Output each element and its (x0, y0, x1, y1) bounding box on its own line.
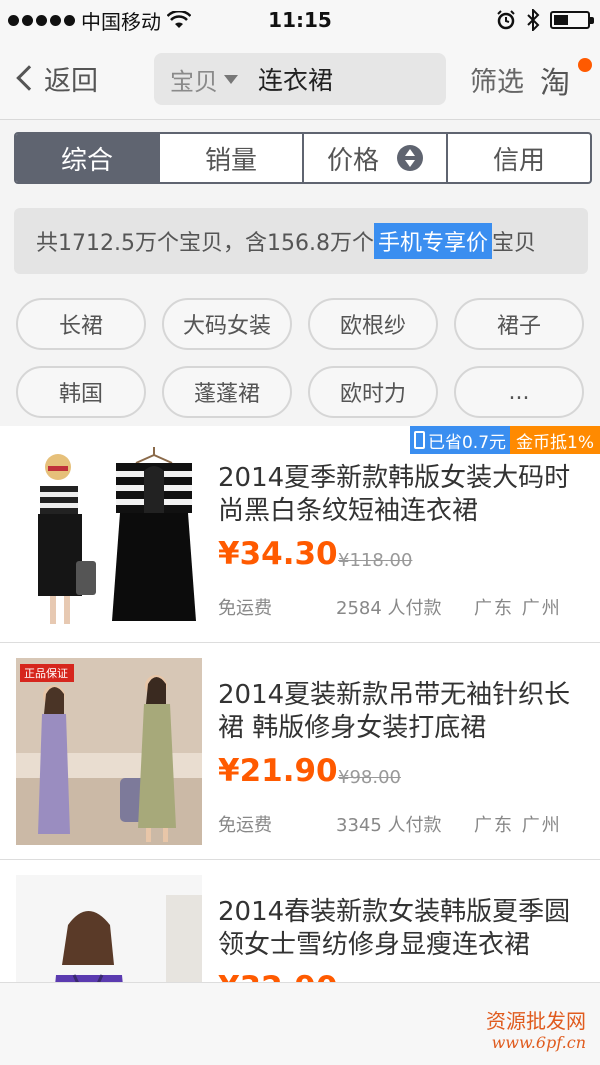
tag-chip[interactable]: 蓬蓬裙 (162, 366, 292, 418)
status-bar: 中国移动 11:15 (0, 0, 600, 40)
saved-text: 已省0.7元 (427, 432, 507, 453)
result-count-suffix: 宝贝 (491, 231, 536, 256)
tab-label: 综合 (60, 145, 113, 176)
chevron-left-icon (16, 65, 42, 91)
tab-label: 信用 (492, 145, 545, 176)
search-query-text: 连衣裙 (258, 66, 334, 95)
guarantee-label: 正品保证 (24, 666, 68, 680)
tab-label: 价格 (326, 145, 379, 176)
tab-price[interactable]: 价格 (304, 134, 448, 182)
notification-dot (578, 58, 592, 72)
knit-dress-image: 正品保证 (16, 658, 202, 845)
sort-updown-icon (397, 145, 423, 171)
taobao-icon[interactable]: 淘 (540, 58, 570, 102)
original-price: ¥98.00 (338, 767, 401, 788)
status-right (496, 9, 594, 31)
product-image[interactable] (16, 441, 202, 628)
seller-location: 广东 广州 (474, 815, 562, 836)
more-tags-button[interactable]: ... (454, 366, 584, 418)
back-label: 返回 (44, 65, 98, 97)
bluetooth-icon (527, 9, 540, 31)
alarm-icon (497, 10, 515, 30)
product-item[interactable]: 正品保证 2014夏装新款吊带无袖针织长裙 韩版修身女装打底裙 ¥21.90 ¥… (0, 643, 600, 860)
tag-chip[interactable]: 大码女装 (162, 298, 292, 350)
phone-icon (413, 431, 425, 449)
tab-label: 销量 (204, 145, 257, 176)
saved-badge: 已省0.7元 (409, 426, 511, 454)
tab-sales[interactable]: 销量 (160, 134, 304, 182)
result-count-banner: 共1712.5万个宝贝，含156.8万个 手机专享价 宝贝 (14, 208, 588, 274)
product-title[interactable]: 2014夏装新款吊带无袖针织长裙 韩版修身女装打底裙 (218, 679, 573, 745)
original-price: ¥118.00 (338, 550, 413, 571)
nav-bar: 返回 宝贝 连衣裙 筛选 淘 (0, 40, 600, 120)
tag-chip[interactable]: 裙子 (454, 298, 584, 350)
search-input[interactable]: 宝贝 连衣裙 (154, 53, 446, 105)
tab-comprehensive[interactable]: 综合 (16, 134, 160, 182)
mobile-price-highlight[interactable]: 手机专享价 (373, 223, 492, 259)
coin-badge: 金币抵1% (510, 426, 600, 454)
tag-chip[interactable]: 长裙 (16, 298, 146, 350)
search-category-select[interactable]: 宝贝 (170, 62, 238, 97)
sort-tabs: 综合 销量 价格 信用 (14, 132, 592, 184)
product-title[interactable]: 2014春装新款女装韩版夏季圆领女士雪纺修身显瘦连衣裙 (218, 896, 573, 962)
promo-badges: 已省0.7元 金币抵1% (409, 426, 600, 454)
tag-chip[interactable]: 欧根纱 (308, 298, 438, 350)
tag-chip[interactable]: 韩国 (16, 366, 146, 418)
sales-count: 2584 人付款 (336, 598, 442, 619)
tag-chip[interactable]: 欧时力 (308, 366, 438, 418)
filter-button[interactable]: 筛选 (470, 60, 524, 99)
search-category-label: 宝贝 (170, 67, 218, 96)
shipping-label: 免运费 (218, 598, 272, 619)
watermark-logo: 资源批发网 (486, 1009, 586, 1033)
back-button[interactable]: 返回 (12, 58, 98, 98)
related-tags: 长裙 大码女装 欧根纱 裙子 韩国 蓬蓬裙 欧时力 ... (16, 298, 588, 418)
result-count-text: 共1712.5万个宝贝，含156.8万个 (36, 231, 374, 256)
product-list: 已省0.7元 金币抵1% 2014夏季新款韩版女装大码时尚黑白条纹短袖连衣裙 ¥… (0, 426, 600, 1065)
battery-icon (550, 11, 594, 29)
caret-down-icon (224, 74, 238, 84)
sales-count: 3345 人付款 (336, 815, 442, 836)
tab-credit[interactable]: 信用 (448, 134, 590, 182)
product-price: ¥34.30 (218, 536, 338, 572)
product-title[interactable]: 2014夏季新款韩版女装大码时尚黑白条纹短袖连衣裙 (218, 462, 573, 528)
watermark-url: www.6pf.cn (491, 1033, 586, 1052)
product-item[interactable]: 已省0.7元 金币抵1% 2014夏季新款韩版女装大码时尚黑白条纹短袖连衣裙 ¥… (0, 426, 600, 643)
product-price: ¥21.90 (218, 753, 338, 789)
bottom-bar: 资源批发网 www.6pf.cn (0, 982, 600, 1065)
striped-dress-image (16, 441, 202, 628)
shipping-label: 免运费 (218, 815, 272, 836)
product-image[interactable]: 正品保证 (16, 658, 202, 845)
seller-location: 广东 广州 (474, 598, 562, 619)
